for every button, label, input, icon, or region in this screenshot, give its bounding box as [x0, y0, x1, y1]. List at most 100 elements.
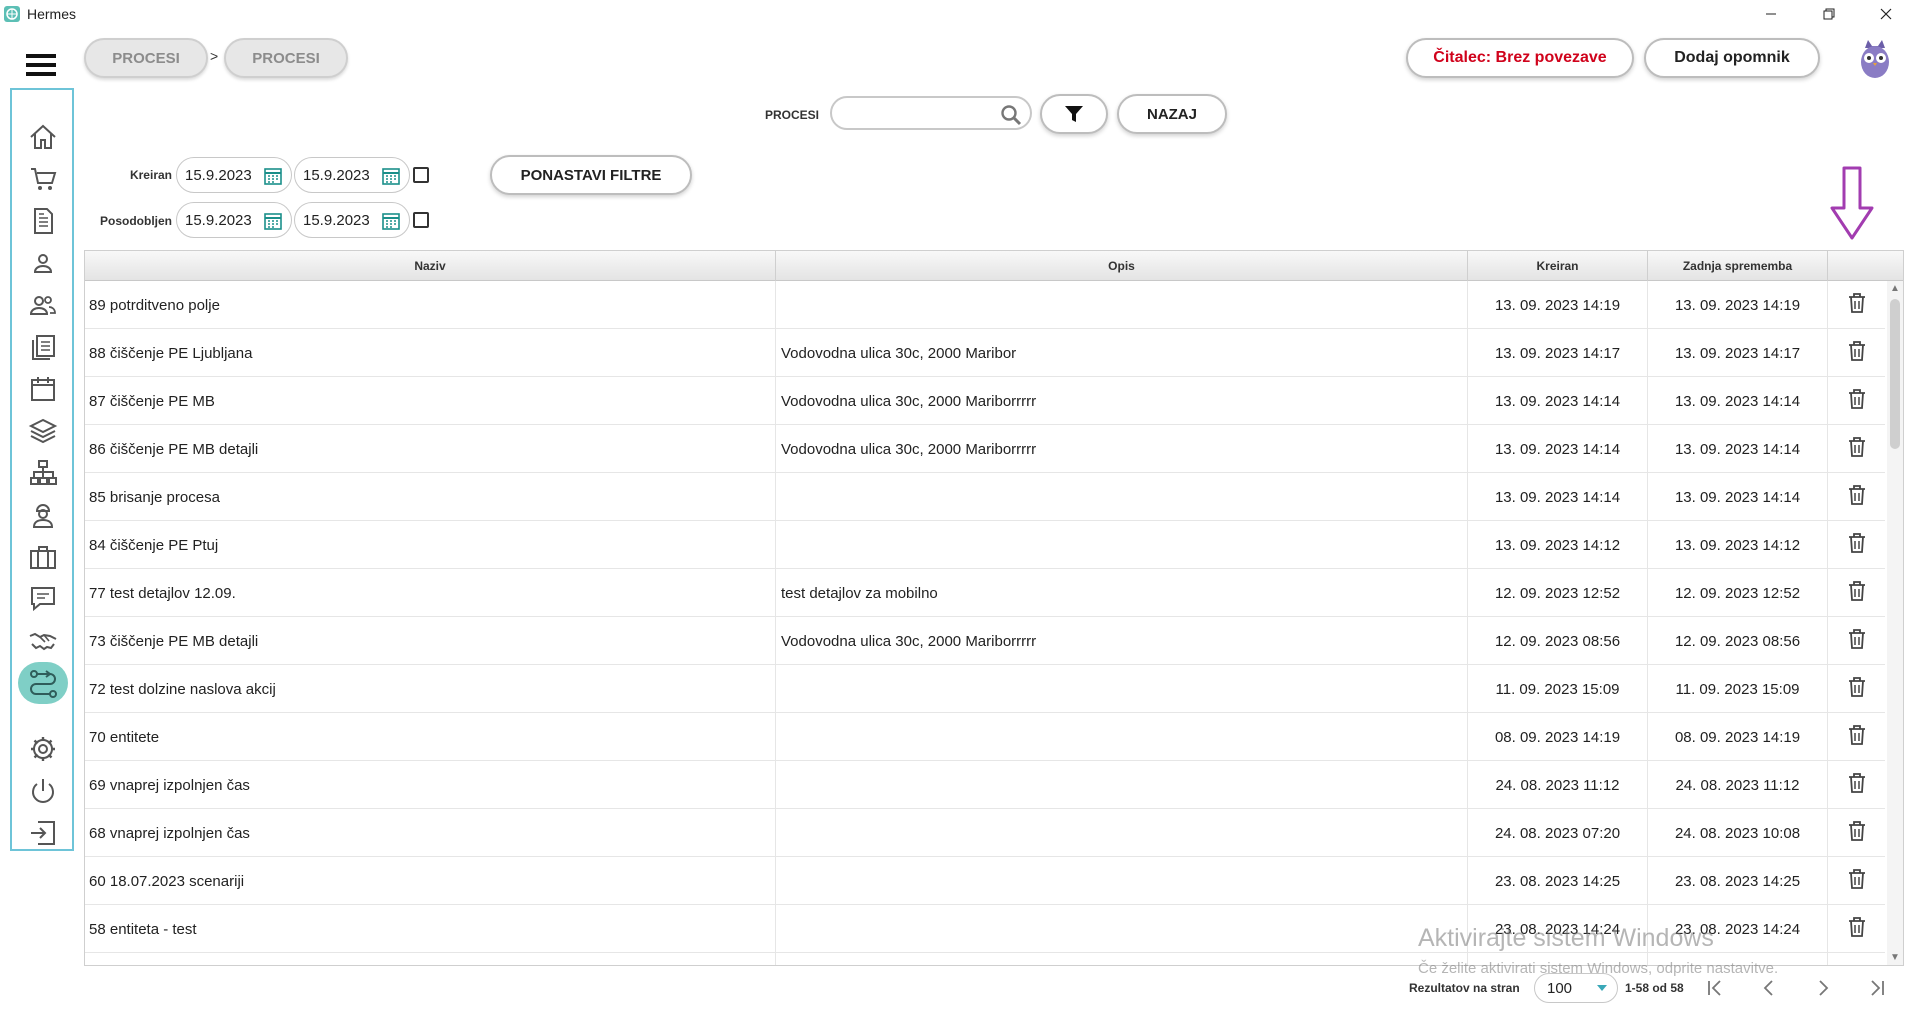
scrollbar-thumb[interactable] — [1890, 299, 1900, 449]
delete-button[interactable] — [1828, 425, 1886, 473]
cell-kreiran: 08. 09. 2023 14:19 — [1468, 713, 1648, 761]
table-row[interactable]: 60 18.07.2023 scenariji 23. 08. 2023 14:2… — [85, 857, 1885, 905]
search-icon[interactable] — [1000, 104, 1022, 126]
table-row[interactable]: 68 vnaprej izpolnjen čas 24. 08. 2023 07:… — [85, 809, 1885, 857]
sidebar-item-settings[interactable] — [22, 730, 64, 768]
reader-status-button[interactable]: Čitalec: Brez povezave — [1406, 38, 1634, 78]
last-page-icon — [1871, 980, 1884, 996]
sidebar-item-layers[interactable] — [22, 412, 64, 450]
delete-button[interactable] — [1828, 521, 1886, 569]
cell-zadnja-sprememba: 12. 09. 2023 08:56 — [1648, 617, 1828, 665]
calendar-icon[interactable] — [263, 211, 283, 231]
delete-button[interactable] — [1828, 905, 1886, 953]
sidebar-item-calendar[interactable] — [22, 370, 64, 408]
add-reminder-button[interactable]: Dodaj opomnik — [1644, 38, 1820, 78]
delete-button[interactable] — [1828, 281, 1886, 329]
chevron-left-icon — [1763, 980, 1773, 996]
scroll-up-icon[interactable]: ▲ — [1890, 283, 1900, 294]
breadcrumb-separator: > — [210, 48, 219, 64]
sidebar-item-lists[interactable] — [22, 328, 64, 366]
vertical-scrollbar[interactable]: ▲ ▼ — [1887, 281, 1903, 965]
delete-button[interactable] — [1828, 713, 1886, 761]
sidebar-item-processes[interactable] — [18, 662, 68, 704]
cell-opis — [776, 761, 1468, 809]
table-row[interactable]: 84 čiščenje PE Ptuj 13. 09. 2023 14:12 13.… — [85, 521, 1885, 569]
column-header-actions — [1828, 251, 1903, 281]
table-row[interactable]: 88 čiščenje PE Ljubljana Vodovodna ulica … — [85, 329, 1885, 377]
sidebar-item-power[interactable] — [22, 772, 64, 810]
person-icon — [33, 254, 53, 273]
column-header-kreiran[interactable]: Kreiran — [1468, 251, 1648, 281]
search-input[interactable] — [842, 98, 1002, 128]
table-row[interactable]: 69 vnaprej izpolnjen čas 24. 08. 2023 11:… — [85, 761, 1885, 809]
sidebar-item-messages[interactable] — [22, 580, 64, 618]
sidebar-item-organization[interactable] — [22, 454, 64, 492]
sidebar-item-users[interactable] — [22, 286, 64, 324]
table-row[interactable]: 85 brisanje procesa 13. 09. 2023 14:14 13.… — [85, 473, 1885, 521]
first-page-button[interactable] — [1703, 976, 1727, 1000]
table-row[interactable]: 89 potrditveno polje 13. 09. 2023 14:19 13… — [85, 281, 1885, 329]
updated-from-date-field[interactable]: 15.9.2023 — [176, 202, 292, 238]
sidebar-item-workers[interactable] — [22, 496, 64, 534]
delete-button[interactable] — [1828, 617, 1886, 665]
close-button[interactable] — [1858, 0, 1914, 28]
delete-button[interactable] — [1828, 473, 1886, 521]
restore-button[interactable] — [1801, 0, 1857, 28]
column-header-zadnja-sprememba[interactable]: Zadnja sprememba — [1648, 251, 1828, 281]
delete-button[interactable] — [1828, 329, 1886, 377]
calendar-icon[interactable] — [381, 166, 401, 186]
results-per-page-select[interactable]: 100 — [1534, 973, 1618, 1003]
trash-icon — [1847, 388, 1867, 414]
next-page-button[interactable] — [1811, 976, 1835, 1000]
table-row[interactable]: 86 čiščenje PE MB detajli Vodovodna ulica… — [85, 425, 1885, 473]
delete-button[interactable] — [1828, 809, 1886, 857]
created-to-date-value: 15.9.2023 — [303, 166, 370, 184]
delete-button[interactable] — [1828, 857, 1886, 905]
reset-filters-button[interactable]: PONASTAVI FILTRE — [490, 155, 692, 195]
avatar[interactable] — [1857, 38, 1893, 80]
cell-kreiran: 13. 09. 2023 14:12 — [1468, 521, 1648, 569]
delete-button[interactable] — [1828, 377, 1886, 425]
delete-button[interactable] — [1828, 761, 1886, 809]
sidebar-item-documents[interactable] — [22, 202, 64, 240]
breadcrumb-item-procesi-current[interactable]: PROCESI — [224, 38, 348, 78]
delete-button[interactable] — [1828, 953, 1886, 965]
column-header-opis[interactable]: Opis — [776, 251, 1468, 281]
cell-zadnja-sprememba: 13. 09. 2023 14:14 — [1648, 377, 1828, 425]
previous-page-button[interactable] — [1757, 976, 1781, 1000]
sidebar-item-user[interactable] — [22, 244, 64, 282]
arrow-down-icon — [1830, 166, 1874, 240]
delete-button[interactable] — [1828, 665, 1886, 713]
minimize-icon — [1766, 13, 1776, 15]
delete-button[interactable] — [1828, 569, 1886, 617]
cell-opis — [776, 665, 1468, 713]
updated-filter-checkbox[interactable] — [413, 212, 429, 228]
table-row[interactable]: 87 čiščenje PE MB Vodovodna ulica 30c, 20… — [85, 377, 1885, 425]
sidebar-item-home[interactable] — [22, 118, 64, 156]
cell-naziv: 69 vnaprej izpolnjen čas — [85, 761, 776, 809]
column-header-naziv[interactable]: Naziv — [85, 251, 776, 281]
back-button[interactable]: NAZAJ — [1117, 94, 1227, 134]
last-page-button[interactable] — [1865, 976, 1889, 1000]
updated-to-date-field[interactable]: 15.9.2023 — [294, 202, 410, 238]
created-to-date-field[interactable]: 15.9.2023 — [294, 157, 410, 193]
created-from-date-field[interactable]: 15.9.2023 — [176, 157, 292, 193]
menu-button[interactable] — [24, 52, 58, 78]
sidebar-item-shop[interactable] — [22, 160, 64, 198]
minimize-button[interactable] — [1743, 0, 1799, 28]
scroll-down-icon[interactable]: ▼ — [1890, 952, 1900, 963]
table-row[interactable]: 73 čiščenje PE MB detajli Vodovodna ulica… — [85, 617, 1885, 665]
table-row[interactable]: 70 entitete 08. 09. 2023 14:19 08. 09. 202… — [85, 713, 1885, 761]
sidebar-item-business[interactable] — [22, 538, 64, 576]
handshake-icon — [29, 632, 57, 651]
calendar-icon[interactable] — [381, 211, 401, 231]
filter-button[interactable] — [1040, 94, 1108, 134]
calendar-icon[interactable] — [263, 166, 283, 186]
sidebar-item-logout[interactable] — [22, 814, 64, 852]
table-row[interactable]: 77 test detajlov 12.09. test detajlov za … — [85, 569, 1885, 617]
sidebar-item-partners[interactable] — [22, 622, 64, 660]
updated-filter-label: Posodobljen — [100, 214, 172, 228]
breadcrumb-item-procesi[interactable]: PROCESI — [84, 38, 208, 78]
created-filter-checkbox[interactable] — [413, 167, 429, 183]
table-row[interactable]: 72 test dolzine naslova akcij 11. 09. 202… — [85, 665, 1885, 713]
